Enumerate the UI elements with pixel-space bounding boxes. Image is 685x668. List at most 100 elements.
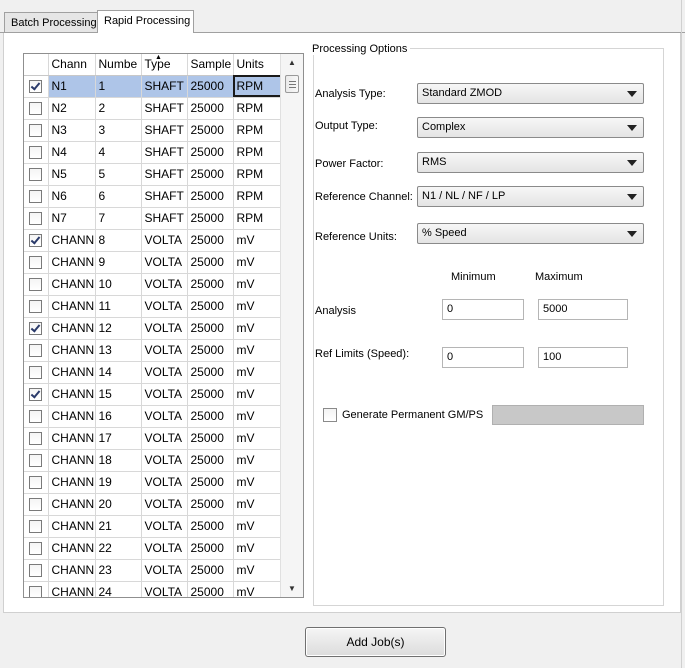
row-checkbox[interactable] — [29, 124, 43, 138]
cell-channel: CHANN — [48, 559, 96, 582]
cell-units: mV — [233, 537, 283, 560]
channel-grid[interactable]: Chann Numbe Type Sample Units N1 1 SHAFT 25… — [23, 53, 304, 598]
row-checkbox[interactable] — [29, 498, 43, 512]
table-row[interactable]: CHANN 17 VOLTA 25000 mV — [24, 427, 283, 450]
chevron-down-icon — [627, 160, 637, 166]
cell-sample: 25000 — [187, 273, 234, 296]
table-row[interactable]: N1 1 SHAFT 25000 RPM — [24, 75, 283, 98]
row-checkbox[interactable] — [29, 80, 43, 94]
cell-channel: CHANN — [48, 339, 96, 362]
header-channel[interactable]: Chann — [48, 54, 96, 76]
cell-number: 13 — [95, 339, 142, 362]
row-checkbox[interactable] — [29, 520, 43, 534]
cell-number: 21 — [95, 515, 142, 538]
row-checkbox[interactable] — [29, 322, 43, 336]
grid-vertical-scrollbar[interactable]: ▲ ▼ — [280, 54, 303, 597]
table-row[interactable]: N7 7 SHAFT 25000 RPM — [24, 207, 283, 230]
power-factor-select[interactable]: RMS — [417, 152, 644, 173]
table-row[interactable]: CHANN 16 VOLTA 25000 mV — [24, 405, 283, 428]
table-row[interactable]: CHANN 18 VOLTA 25000 mV — [24, 449, 283, 472]
table-row[interactable]: CHANN 23 VOLTA 25000 mV — [24, 559, 283, 582]
table-row[interactable]: CHANN 22 VOLTA 25000 mV — [24, 537, 283, 560]
row-checkbox[interactable] — [29, 410, 43, 424]
row-checkbox[interactable] — [29, 388, 43, 402]
reference-units-select[interactable]: % Speed — [417, 223, 644, 244]
tab-batch-processing[interactable]: Batch Processing — [4, 12, 98, 32]
table-row[interactable]: CHANN 9 VOLTA 25000 mV — [24, 251, 283, 274]
row-checkbox[interactable] — [29, 212, 43, 226]
row-checkbox[interactable] — [29, 300, 43, 314]
scroll-down-icon[interactable]: ▼ — [281, 580, 303, 597]
tab-rapid-processing[interactable]: Rapid Processing — [97, 10, 194, 33]
header-number[interactable]: Numbe — [95, 54, 142, 76]
table-row[interactable]: CHANN 13 VOLTA 25000 mV — [24, 339, 283, 362]
row-checkbox[interactable] — [29, 476, 43, 490]
table-row[interactable]: CHANN 12 VOLTA 25000 mV — [24, 317, 283, 340]
row-checkbox[interactable] — [29, 366, 43, 380]
cell-sample: 25000 — [187, 207, 234, 230]
row-checkbox[interactable] — [29, 586, 43, 597]
table-row[interactable]: CHANN 8 VOLTA 25000 mV — [24, 229, 283, 252]
table-row[interactable]: CHANN 10 VOLTA 25000 mV — [24, 273, 283, 296]
table-row[interactable]: N5 5 SHAFT 25000 RPM — [24, 163, 283, 186]
cell-units: RPM — [233, 207, 283, 230]
ref-limits-min-input[interactable]: 0 — [442, 347, 524, 368]
row-checkbox[interactable] — [29, 234, 43, 248]
header-units[interactable]: Units — [233, 54, 283, 76]
add-jobs-button[interactable]: Add Job(s) — [305, 627, 446, 657]
analysis-min-input[interactable]: 0 — [442, 299, 524, 320]
tab-strip: Batch Processing Rapid Processing — [0, 0, 685, 33]
row-checkbox[interactable] — [29, 146, 43, 160]
table-row[interactable]: N4 4 SHAFT 25000 RPM — [24, 141, 283, 164]
header-sample[interactable]: Sample — [187, 54, 234, 76]
cell-channel: N4 — [48, 141, 96, 164]
row-checkbox[interactable] — [29, 542, 43, 556]
header-number-label: Numbe — [98, 57, 138, 72]
reference-channel-select[interactable]: N1 / NL / NF / LP — [417, 186, 644, 207]
table-row[interactable]: CHANN 11 VOLTA 25000 mV — [24, 295, 283, 318]
table-row[interactable]: N3 3 SHAFT 25000 RPM — [24, 119, 283, 142]
scroll-thumb[interactable] — [285, 75, 299, 93]
table-row[interactable]: CHANN 15 VOLTA 25000 mV — [24, 383, 283, 406]
cell-number: 2 — [95, 97, 142, 120]
row-checkbox[interactable] — [29, 256, 43, 270]
table-row[interactable]: N2 2 SHAFT 25000 RPM — [24, 97, 283, 120]
row-checkbox[interactable] — [29, 102, 43, 116]
table-row[interactable]: CHANN 20 VOLTA 25000 mV — [24, 493, 283, 516]
cell-units: mV — [233, 559, 283, 582]
row-checkbox[interactable] — [29, 278, 43, 292]
table-row[interactable]: CHANN 21 VOLTA 25000 mV — [24, 515, 283, 538]
row-checkbox-cell — [24, 317, 49, 340]
row-checkbox[interactable] — [29, 432, 43, 446]
cell-number: 19 — [95, 471, 142, 494]
cell-sample: 25000 — [187, 295, 234, 318]
cell-units: mV — [233, 229, 283, 252]
output-type-select[interactable]: Complex — [417, 117, 644, 138]
row-checkbox[interactable] — [29, 564, 43, 578]
table-row[interactable]: N6 6 SHAFT 25000 RPM — [24, 185, 283, 208]
analysis-max-input[interactable]: 5000 — [538, 299, 628, 320]
cell-type: SHAFT — [141, 163, 188, 186]
row-checkbox[interactable] — [29, 168, 43, 182]
ref-limits-max-input[interactable]: 100 — [538, 347, 628, 368]
row-checkbox[interactable] — [29, 344, 43, 358]
cell-number: 7 — [95, 207, 142, 230]
table-row[interactable]: CHANN 19 VOLTA 25000 mV — [24, 471, 283, 494]
generate-gmps-label: Generate Permanent GM/PS — [342, 409, 484, 421]
grid-body: N1 1 SHAFT 25000 RPM N2 2 SHAFT 25000 RPM N3 3 SHAFT… — [24, 75, 283, 597]
cell-sample: 25000 — [187, 251, 234, 274]
analysis-type-select[interactable]: Standard ZMOD — [417, 83, 644, 104]
row-checkbox-cell — [24, 229, 49, 252]
table-row[interactable]: CHANN 14 VOLTA 25000 mV — [24, 361, 283, 384]
row-checkbox[interactable] — [29, 190, 43, 204]
scroll-up-icon[interactable]: ▲ — [281, 54, 303, 71]
cell-channel: CHANN — [48, 405, 96, 428]
cell-type: VOLTA — [141, 405, 188, 428]
cell-number: 20 — [95, 493, 142, 516]
table-row[interactable]: CHANN 24 VOLTA 25000 mV — [24, 581, 283, 597]
analysis-limits-label: Analysis — [315, 305, 356, 317]
generate-gmps-checkbox[interactable] — [323, 408, 337, 422]
cell-units: mV — [233, 295, 283, 318]
row-checkbox[interactable] — [29, 454, 43, 468]
header-type[interactable]: Type — [141, 54, 188, 76]
